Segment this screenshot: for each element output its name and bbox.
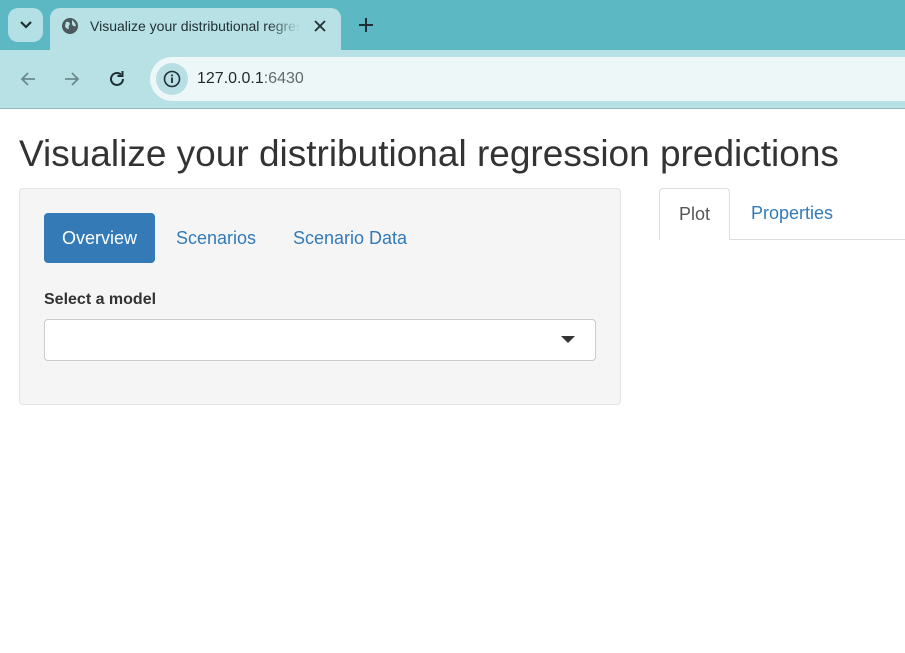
url-host: 127.0.0.1 — [197, 70, 264, 87]
tab-title: Visualize your distributional regression… — [90, 18, 300, 34]
sidebar-panel: Overview Scenarios Scenario Data Select … — [19, 188, 621, 405]
reload-button[interactable] — [103, 65, 131, 93]
address-bar[interactable]: 127.0.0.1:6430 — [150, 57, 905, 101]
model-select-label: Select a model — [44, 291, 157, 308]
model-select[interactable] — [44, 319, 596, 361]
pill-overview[interactable]: Overview — [44, 213, 156, 263]
browser-tabstrip: Visualize your distributional regression… — [0, 0, 905, 50]
browser-tab[interactable]: Visualize your distributional regression… — [50, 8, 341, 50]
pill-scenario-data[interactable]: Scenario Data — [275, 213, 425, 263]
close-icon — [314, 20, 326, 32]
tab-properties[interactable]: Properties — [732, 188, 852, 239]
caret-down-icon — [561, 336, 575, 343]
arrow-left-icon — [20, 72, 35, 86]
forward-button[interactable] — [58, 65, 86, 93]
info-icon — [163, 70, 181, 88]
plus-icon — [359, 18, 373, 32]
tab-search-button[interactable] — [8, 8, 43, 42]
new-tab-button[interactable] — [352, 11, 380, 39]
back-button[interactable] — [14, 65, 42, 93]
tab-plot[interactable]: Plot — [659, 188, 731, 240]
url-text[interactable]: 127.0.0.1:6430 — [197, 69, 304, 89]
browser-toolbar: 127.0.0.1:6430 — [0, 50, 905, 109]
reload-icon — [110, 71, 124, 86]
main-tabs: Plot Properties — [659, 188, 905, 240]
pill-scenarios[interactable]: Scenarios — [158, 213, 274, 263]
page-title: Visualize your distributional regression… — [19, 133, 839, 174]
url-port: :6430 — [263, 70, 304, 87]
tab-close-button[interactable] — [310, 16, 330, 36]
chevron-down-icon — [19, 21, 32, 29]
globe-icon — [62, 18, 78, 34]
site-info-button[interactable] — [156, 63, 188, 95]
arrow-right-icon — [65, 72, 80, 86]
